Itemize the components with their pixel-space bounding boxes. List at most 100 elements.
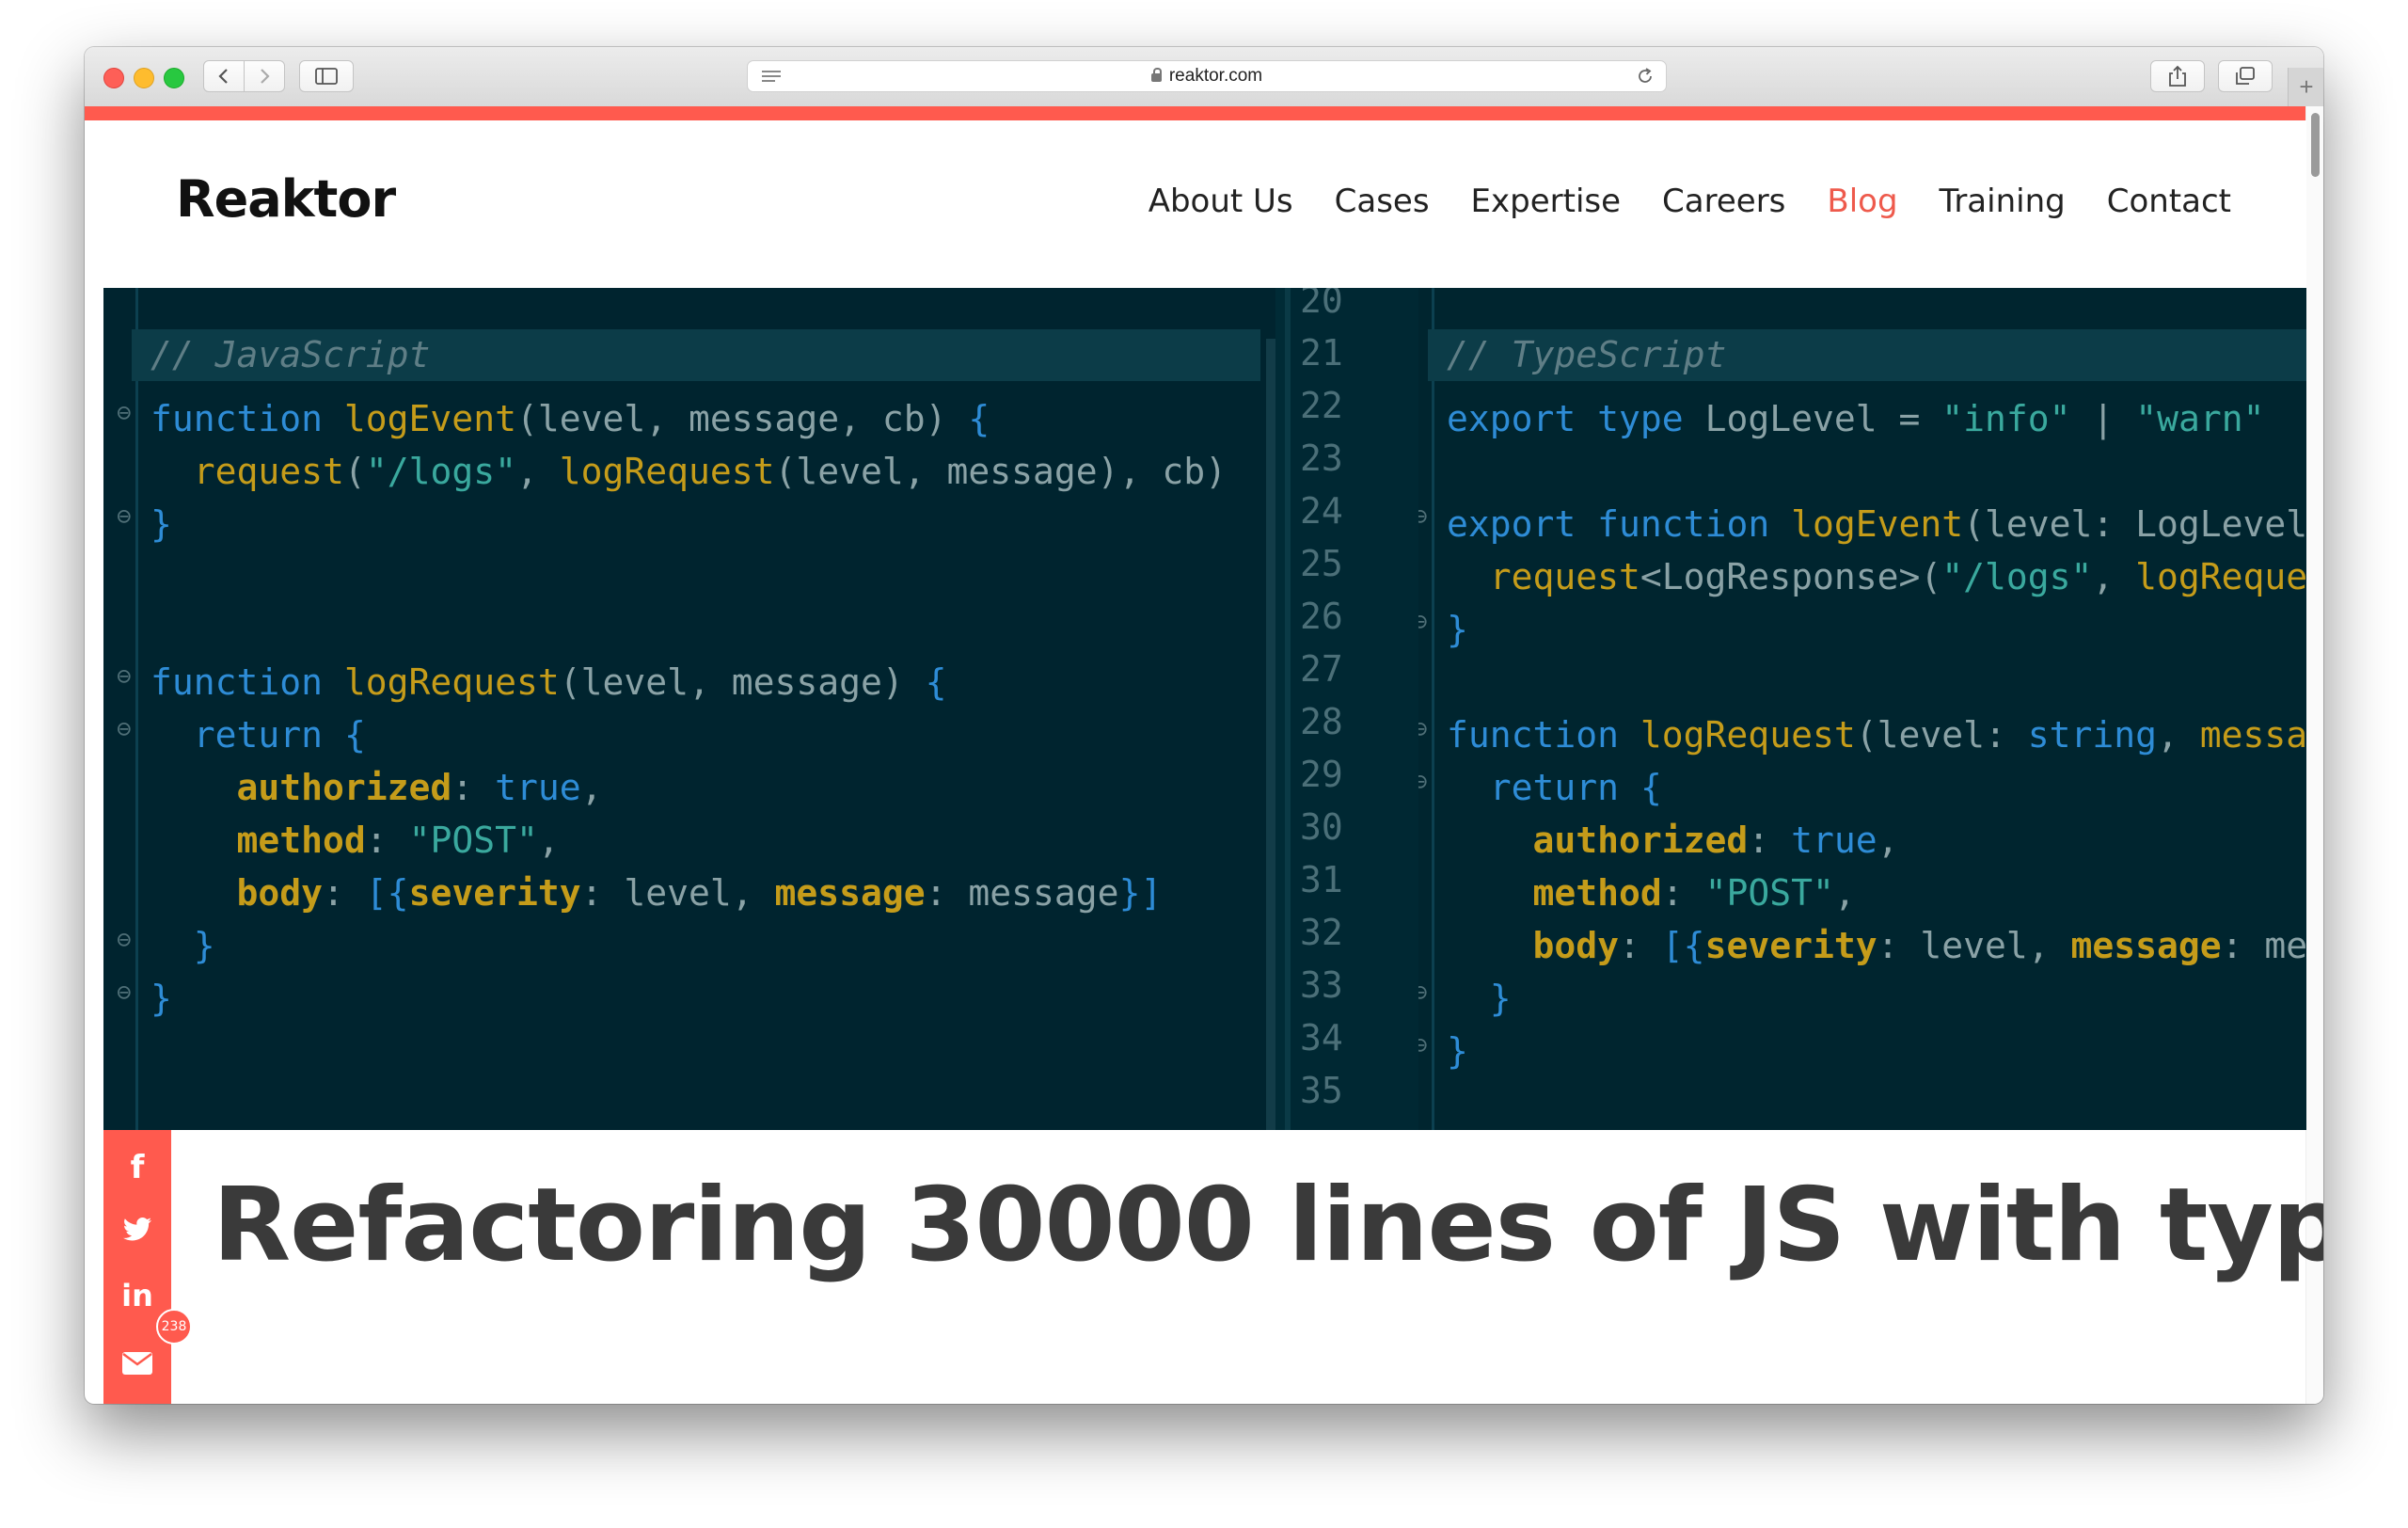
line-number: 20 [1300,288,1343,321]
line-number: 28 [1300,701,1343,742]
line-number: 35 [1300,1070,1343,1111]
code-line: function logEvent(level, message, cb) { [150,398,990,439]
line-number: 31 [1300,859,1343,900]
ts-comment: // TypeScript [1447,334,1727,375]
fold-marker: ⊖ [1418,502,1428,531]
code-line: method: "POST", [236,820,560,861]
code-line: authorized: true, [1532,820,1899,861]
main-nav: About Us Cases Expertise Careers Blog Tr… [1107,183,2231,220]
line-number: 34 [1300,1017,1343,1058]
line-number: 22 [1300,385,1343,426]
lock-icon [1150,67,1162,82]
nav-expertise[interactable]: Expertise [1471,183,1622,220]
sidebar-icon [315,68,338,85]
code-line: method: "POST", [1532,872,1856,914]
line-number: 27 [1300,648,1343,690]
code-line: } [1447,1030,1468,1072]
twitter-share-button[interactable] [103,1202,171,1258]
plus-icon: + [2299,72,2314,101]
line-number-gutter: 20 21 22 23 24 25 26 27 28 29 30 31 32 3… [1285,288,1418,1130]
line-number: 30 [1300,806,1343,848]
code-line: } [150,503,172,545]
code-line: body: [{severity: level, message: messag… [1532,925,2306,966]
fold-gutter [1432,288,1434,1130]
fold-marker: ⊖ [1418,608,1428,636]
code-line: request<LogResponse>("/logs", logRequest [1489,556,2306,597]
code-line: } [193,925,215,966]
code-line: request("/logs", logRequest(level, messa… [193,451,1227,492]
code-line: export function logEvent(level: LogLevel [1447,503,2306,545]
back-button[interactable] [203,60,245,92]
article-title: Refactoring 30000 lines of JS with types [213,1167,2323,1284]
scrollbar-thumb[interactable] [2311,113,2320,177]
line-number: 24 [1300,490,1343,532]
show-tabs-button[interactable] [2218,60,2273,92]
line-number: 21 [1300,332,1343,374]
nav-about-us[interactable]: About Us [1149,183,1293,220]
address-bar[interactable]: reaktor.com [747,60,1667,92]
site-header: Reaktor About Us Cases Expertise Careers… [85,120,2306,288]
accent-bar [85,106,2323,120]
line-number: 32 [1300,912,1343,953]
twitter-icon [122,1218,151,1241]
fold-marker: ⊖ [117,399,132,427]
fold-marker: ⊖ [117,502,132,531]
url-text: reaktor.com [1168,66,1263,86]
linkedin-icon: in [121,1278,153,1313]
facebook-icon: f [130,1149,145,1186]
nav-blog[interactable]: Blog [1827,183,1897,220]
reader-view-icon[interactable] [761,69,782,89]
js-comment: // JavaScript [150,334,431,375]
hero-code-image: // JavaScript ⊖ function logEvent(level,… [103,288,2306,1130]
fold-marker: ⊖ [1418,715,1428,743]
tabs-icon [2236,67,2255,85]
code-line: } [150,978,172,1019]
new-tab-button[interactable]: + [2288,68,2323,106]
nav-contact[interactable]: Contact [2107,183,2231,220]
share-button[interactable] [2150,60,2205,92]
social-share-bar: f in 238 [103,1130,192,1404]
forward-button[interactable] [244,60,285,92]
fold-marker: ⊖ [1418,768,1428,796]
code-scrollbar [1266,339,1275,1130]
fold-marker: ⊖ [117,926,132,954]
code-line: export type LogLevel = "info" | "warn" [1447,398,2265,439]
fold-marker: ⊖ [1418,1031,1428,1059]
nav-cases[interactable]: Cases [1335,183,1430,220]
zoom-window-button[interactable] [164,68,184,88]
gutter-separator [1285,288,1291,1130]
chevron-right-icon [261,69,270,84]
code-line: function logRequest(level, message) { [150,661,947,703]
code-line: body: [{severity: level, message: messag… [236,872,1163,914]
code-line: return { [193,714,366,756]
share-icon [2169,65,2186,87]
browser-window: reaktor.com + Reaktor About Us Cases Exp… [85,47,2323,1404]
chevron-left-icon [218,69,228,84]
fold-marker: ⊖ [117,662,132,691]
email-share-button[interactable] [103,1335,171,1392]
email-icon [122,1352,152,1375]
line-number: 25 [1300,543,1343,584]
site-logo[interactable]: Reaktor [176,169,396,229]
line-number: 23 [1300,438,1343,479]
code-line: } [1489,978,1512,1019]
line-number: 33 [1300,964,1343,1006]
typescript-pane: // TypeScript export type LogLevel = "in… [1418,288,2306,1130]
code-line: } [1447,609,1468,650]
browser-toolbar: reaktor.com + [85,47,2323,107]
javascript-pane: // JavaScript ⊖ function logEvent(level,… [103,288,1275,1130]
minimize-window-button[interactable] [134,68,154,88]
line-number: 26 [1300,596,1343,637]
fold-marker: ⊖ [117,715,132,743]
reload-icon[interactable] [1636,67,1655,91]
nav-careers[interactable]: Careers [1662,183,1785,220]
fold-gutter [135,288,138,1130]
code-line: authorized: true, [236,767,603,808]
nav-training[interactable]: Training [1940,183,2066,220]
close-window-button[interactable] [103,68,124,88]
line-number: 29 [1300,754,1343,795]
fold-marker: ⊖ [1418,979,1428,1007]
fold-marker: ⊖ [117,979,132,1007]
sidebar-toggle-button[interactable] [299,60,354,92]
facebook-share-button[interactable]: f [103,1139,171,1196]
